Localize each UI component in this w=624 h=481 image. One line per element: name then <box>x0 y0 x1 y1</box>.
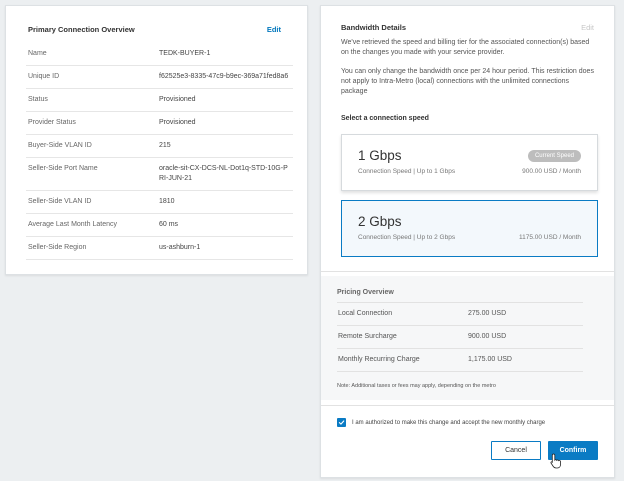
confirm-button[interactable]: Confirm <box>548 441 598 460</box>
row-value: oracle-sit-CX-DCS-NL-Dot1q-STD-10G-PRI-J… <box>157 157 293 191</box>
primary-connection-header: Primary Connection Overview Edit <box>28 25 281 34</box>
table-row: Seller-Side Region us-ashburn-1 <box>26 236 293 260</box>
table-row: Seller-Side Port Name oracle-sit-CX-DCS-… <box>26 157 293 191</box>
table-row: Buyer-Side VLAN ID 215 <box>26 134 293 158</box>
row-label: Seller-Side Port Name <box>26 157 157 191</box>
row-value: us-ashburn-1 <box>157 236 293 260</box>
table-row: Average Last Month Latency 60 ms <box>26 213 293 237</box>
current-speed-badge: Current Speed <box>527 150 581 162</box>
row-label: Seller-Side Region <box>26 236 157 260</box>
primary-connection-title: Primary Connection Overview <box>28 25 135 34</box>
row-label: Buyer-Side VLAN ID <box>26 134 157 158</box>
pricing-overview-title: Pricing Overview <box>337 289 394 296</box>
speed-option-title: 2 Gbps <box>358 214 402 229</box>
row-value: TEDK-BUYER-1 <box>157 43 293 66</box>
table-row: Status Provisioned <box>26 88 293 112</box>
row-label: Unique ID <box>26 65 157 89</box>
pricing-table: Local Connection 275.00 USD Remote Surch… <box>337 302 583 372</box>
primary-connection-card: Primary Connection Overview Edit Name TE… <box>5 5 308 275</box>
pricing-overview: Pricing Overview Local Connection 275.00… <box>321 276 614 400</box>
speed-option-price: 1175.00 USD / Month <box>518 234 581 241</box>
speed-option-subtitle: Connection Speed | Up to 1 Gbps <box>358 168 456 175</box>
speed-option-subtitle: Connection Speed | Up to 2 Gbps <box>358 234 456 241</box>
row-label: Provider Status <box>26 111 157 135</box>
bandwidth-edit-link[interactable]: Edit <box>581 23 594 32</box>
authorization-checkbox[interactable] <box>337 418 346 427</box>
row-value: 215 <box>157 134 293 158</box>
pricing-label: Remote Surcharge <box>337 325 467 349</box>
speed-option-price: 900.00 USD / Month <box>522 168 581 175</box>
pricing-label: Monthly Recurring Charge <box>337 348 467 372</box>
bandwidth-restriction-note: You can only change the bandwidth once p… <box>341 68 594 95</box>
table-row: Local Connection 275.00 USD <box>337 302 583 326</box>
pricing-value: 1,175.00 USD <box>467 348 583 372</box>
checkmark-icon <box>338 420 345 425</box>
bandwidth-details-card: Bandwidth Details Edit We've retrieved t… <box>320 5 615 478</box>
bandwidth-header: Bandwidth Details Edit <box>341 23 594 32</box>
speed-option-2gbps[interactable]: 2 Gbps Connection Speed | Up to 2 Gbps 1… <box>341 200 598 257</box>
row-label: Average Last Month Latency <box>26 213 157 237</box>
table-row: Monthly Recurring Charge 1,175.00 USD <box>337 348 583 372</box>
row-value: 60 ms <box>157 213 293 237</box>
authorization-label: I am authorized to make this change and … <box>352 419 546 426</box>
table-row: Provider Status Provisioned <box>26 111 293 135</box>
row-label: Seller-Side VLAN ID <box>26 190 157 214</box>
row-value: Provisioned <box>157 88 293 112</box>
section-divider <box>321 405 614 406</box>
row-value: Provisioned <box>157 111 293 135</box>
row-value: 1810 <box>157 190 293 214</box>
speed-option-1gbps[interactable]: 1 Gbps Current Speed Connection Speed | … <box>341 134 598 191</box>
row-label: Name <box>26 43 157 66</box>
table-row: Remote Surcharge 900.00 USD <box>337 325 583 349</box>
select-speed-label: Select a connection speed <box>341 115 429 122</box>
authorization-row: I am authorized to make this change and … <box>337 418 545 427</box>
primary-edit-link[interactable]: Edit <box>267 25 281 34</box>
speed-option-title: 1 Gbps <box>358 148 402 163</box>
bandwidth-title: Bandwidth Details <box>341 23 407 32</box>
table-row: Name TEDK-BUYER-1 <box>26 43 293 66</box>
cancel-button[interactable]: Cancel <box>491 441 541 460</box>
row-label: Status <box>26 88 157 112</box>
pricing-label: Local Connection <box>337 302 467 326</box>
pricing-note: Note: Additional taxes or fees may apply… <box>337 383 496 389</box>
table-row: Seller-Side VLAN ID 1810 <box>26 190 293 214</box>
connection-details-table: Name TEDK-BUYER-1 Unique ID f62525e3-833… <box>26 43 293 260</box>
row-value: f62525e3-8335-47c9-b9ec-369a71fed8a6 <box>157 65 293 89</box>
section-divider <box>321 271 614 272</box>
table-row: Unique ID f62525e3-8335-47c9-b9ec-369a71… <box>26 65 293 89</box>
pricing-value: 900.00 USD <box>467 325 583 349</box>
pricing-value: 275.00 USD <box>467 302 583 326</box>
bandwidth-description: We've retrieved the speed and billing ti… <box>341 39 590 56</box>
